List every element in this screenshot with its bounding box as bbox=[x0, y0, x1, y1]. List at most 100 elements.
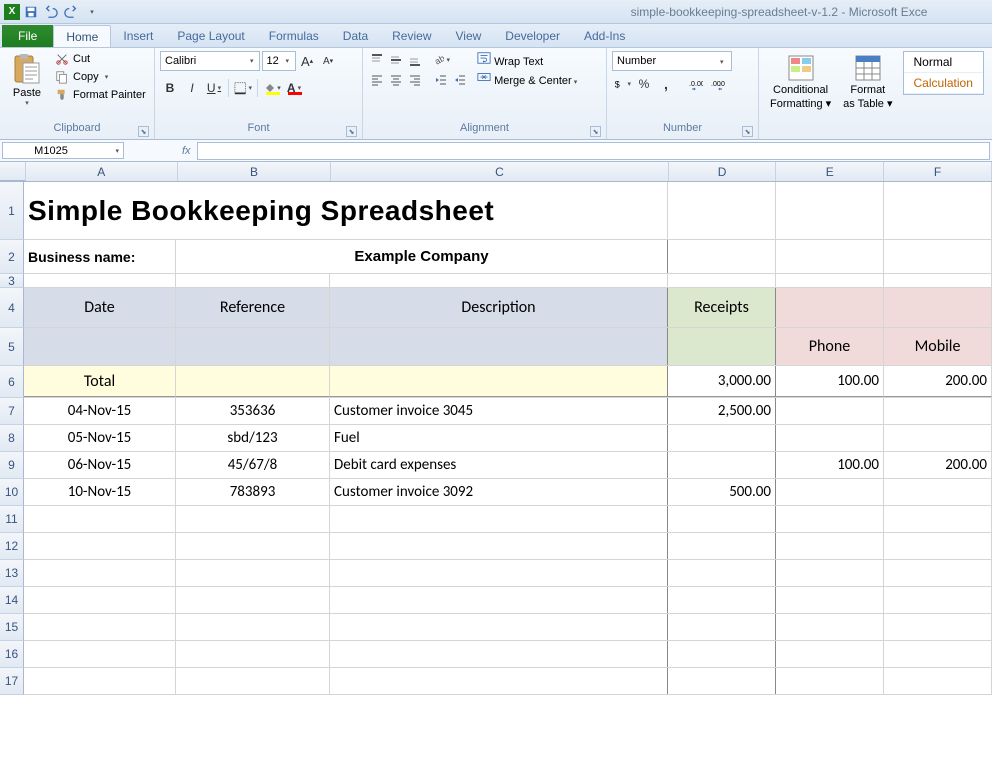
name-box[interactable]: ▾ bbox=[2, 142, 124, 159]
merge-center-button[interactable]: Merge & Center▾ bbox=[477, 70, 597, 87]
row-header-10[interactable]: 10 bbox=[0, 479, 24, 506]
row-header-15[interactable]: 15 bbox=[0, 614, 24, 641]
cell[interactable] bbox=[330, 328, 668, 365]
cell[interactable] bbox=[24, 533, 176, 559]
cell-date[interactable]: 10-Nov-15 bbox=[24, 479, 176, 505]
align-middle-button[interactable] bbox=[387, 51, 405, 69]
row-header-14[interactable]: 14 bbox=[0, 587, 24, 614]
style-calculation[interactable]: Calculation bbox=[904, 73, 983, 94]
total-mobile[interactable]: 200.00 bbox=[884, 366, 992, 397]
fx-icon[interactable]: fx bbox=[182, 145, 191, 157]
cell[interactable] bbox=[884, 668, 992, 694]
cell-date[interactable]: 04-Nov-15 bbox=[24, 398, 176, 424]
font-name-selector[interactable] bbox=[160, 51, 260, 71]
cell[interactable] bbox=[176, 560, 330, 586]
tab-formulas[interactable]: Formulas bbox=[257, 25, 331, 47]
col-header-B[interactable]: B bbox=[178, 162, 332, 181]
cell-ref[interactable]: 353636 bbox=[176, 398, 330, 424]
cell-desc[interactable]: Debit card expenses bbox=[330, 452, 668, 478]
cell-styles-gallery[interactable]: Normal Calculation bbox=[903, 51, 984, 95]
tab-view[interactable]: View bbox=[444, 25, 494, 47]
cell[interactable] bbox=[884, 587, 992, 613]
row-header-1[interactable]: 1 bbox=[0, 182, 24, 240]
cell[interactable] bbox=[330, 506, 668, 532]
alignment-dialog-launcher[interactable]: ⬊ bbox=[590, 126, 601, 137]
cell[interactable] bbox=[776, 668, 884, 694]
cell[interactable] bbox=[884, 240, 992, 273]
cell[interactable] bbox=[668, 240, 776, 273]
save-button[interactable] bbox=[22, 3, 40, 21]
col-header-C[interactable]: C bbox=[331, 162, 668, 181]
cell-receipts[interactable]: 500.00 bbox=[668, 479, 776, 505]
cell[interactable] bbox=[24, 274, 176, 287]
font-size-selector[interactable] bbox=[262, 51, 296, 71]
cell[interactable] bbox=[24, 587, 176, 613]
cell[interactable] bbox=[776, 587, 884, 613]
undo-button[interactable] bbox=[42, 3, 60, 21]
cell[interactable] bbox=[776, 614, 884, 640]
border-button[interactable] bbox=[233, 78, 253, 98]
cell-business-name[interactable]: Example Company bbox=[176, 240, 668, 273]
comma-style-button[interactable]: , bbox=[656, 74, 676, 94]
cell[interactable] bbox=[776, 288, 884, 327]
align-right-button[interactable] bbox=[406, 71, 424, 89]
italic-button[interactable]: I bbox=[182, 78, 202, 98]
cell-phone[interactable] bbox=[776, 398, 884, 424]
cell[interactable] bbox=[330, 274, 668, 287]
row-header-4[interactable]: 4 bbox=[0, 288, 24, 328]
number-format-selector[interactable] bbox=[612, 51, 732, 71]
percent-button[interactable]: % bbox=[634, 74, 654, 94]
cell[interactable] bbox=[776, 274, 884, 287]
cell[interactable] bbox=[884, 560, 992, 586]
cell[interactable] bbox=[176, 587, 330, 613]
increase-decimal-button[interactable]: .0.00 bbox=[686, 74, 706, 94]
cell[interactable] bbox=[330, 614, 668, 640]
col-header-F[interactable]: F bbox=[884, 162, 992, 181]
row-header-5[interactable]: 5 bbox=[0, 328, 24, 366]
cell[interactable] bbox=[176, 366, 330, 397]
cell-desc[interactable]: Customer invoice 3092 bbox=[330, 479, 668, 505]
header-description[interactable]: Description bbox=[330, 288, 668, 327]
cell[interactable] bbox=[776, 182, 884, 239]
cell[interactable] bbox=[330, 366, 668, 397]
font-dialog-launcher[interactable]: ⬊ bbox=[346, 126, 357, 137]
cell[interactable] bbox=[884, 533, 992, 559]
row-header-9[interactable]: 9 bbox=[0, 452, 24, 479]
cell-desc[interactable]: Customer invoice 3045 bbox=[330, 398, 668, 424]
cut-button[interactable]: Cut bbox=[53, 51, 163, 67]
fill-color-button[interactable] bbox=[262, 78, 282, 98]
cell[interactable] bbox=[776, 641, 884, 667]
cell-date[interactable]: 05-Nov-15 bbox=[24, 425, 176, 451]
tab-insert[interactable]: Insert bbox=[111, 25, 165, 47]
conditional-formatting-button[interactable]: Conditional Formatting ▾ bbox=[764, 51, 837, 112]
cell-mobile[interactable] bbox=[884, 479, 992, 505]
cell[interactable] bbox=[176, 274, 330, 287]
cell[interactable] bbox=[330, 533, 668, 559]
cell[interactable] bbox=[176, 328, 330, 365]
accounting-format-button[interactable]: $ bbox=[612, 74, 632, 94]
cell[interactable] bbox=[776, 240, 884, 273]
cell-phone[interactable] bbox=[776, 479, 884, 505]
tab-file[interactable]: File bbox=[2, 25, 53, 47]
col-header-A[interactable]: A bbox=[26, 162, 178, 181]
cell-receipts[interactable] bbox=[668, 452, 776, 478]
cell[interactable] bbox=[330, 668, 668, 694]
row-header-2[interactable]: 2 bbox=[0, 240, 24, 274]
decrease-decimal-button[interactable]: .00.0 bbox=[708, 74, 728, 94]
row-header-12[interactable]: 12 bbox=[0, 533, 24, 560]
col-header-D[interactable]: D bbox=[669, 162, 777, 181]
cell[interactable] bbox=[24, 560, 176, 586]
cell[interactable] bbox=[668, 668, 776, 694]
align-top-button[interactable] bbox=[368, 51, 386, 69]
cell[interactable] bbox=[330, 641, 668, 667]
cell[interactable] bbox=[884, 288, 992, 327]
cell[interactable] bbox=[176, 506, 330, 532]
cell[interactable] bbox=[776, 560, 884, 586]
name-box-input[interactable] bbox=[7, 145, 95, 157]
qat-customize-button[interactable] bbox=[82, 3, 100, 21]
cell[interactable] bbox=[24, 614, 176, 640]
wrap-text-button[interactable]: Wrap Text bbox=[477, 51, 597, 68]
row-header-3[interactable]: 3 bbox=[0, 274, 24, 288]
tab-review[interactable]: Review bbox=[380, 25, 443, 47]
cell[interactable] bbox=[176, 668, 330, 694]
